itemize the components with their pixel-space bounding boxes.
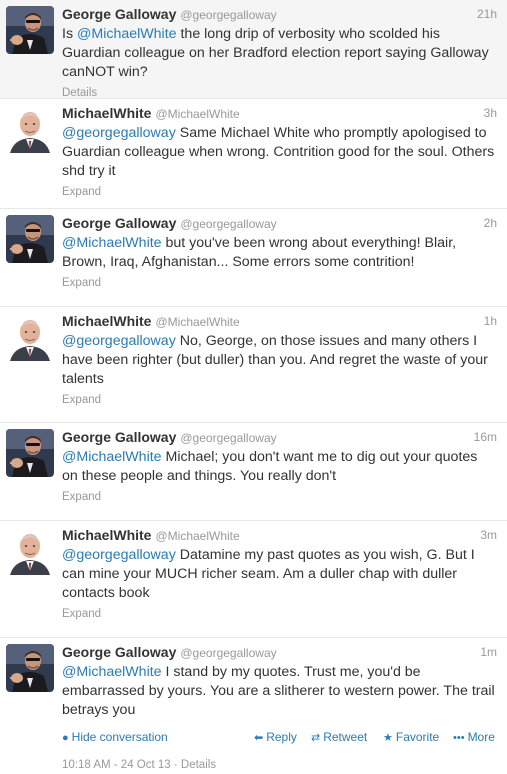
author-username[interactable]: @MichaelWhite: [155, 107, 239, 121]
tweet-content: George Galloway @georgegalloway 16m @Mich…: [62, 427, 497, 503]
author-username[interactable]: @MichaelWhite: [155, 529, 239, 543]
tweet-header: George Galloway @georgegalloway 16m: [62, 427, 497, 447]
tweet-content: George Galloway @georgegalloway 21h Is @M…: [62, 4, 497, 99]
favorite-button[interactable]: ★ Favorite: [383, 730, 439, 744]
author-username[interactable]: @georgegalloway: [180, 431, 276, 445]
mention-link[interactable]: @georgegalloway: [62, 125, 176, 141]
reply-label: Reply: [266, 730, 297, 744]
tweet-content: George Galloway @georgegalloway 2h @Micha…: [62, 213, 497, 289]
tweet-time[interactable]: 1m: [480, 642, 497, 662]
tweet[interactable]: MichaelWhite @MichaelWhite 1h @georgegall…: [0, 307, 507, 423]
avatar-george-galloway[interactable]: [6, 6, 54, 54]
ellipsis-icon: •••: [453, 732, 465, 744]
expand-link[interactable]: Expand: [62, 491, 497, 503]
tweet-expanded[interactable]: George Galloway @georgegalloway 1m @Micha…: [0, 638, 507, 774]
avatar-michael-white[interactable]: [6, 105, 54, 153]
retweet-icon: ⇄: [311, 732, 321, 744]
tweet[interactable]: George Galloway @georgegalloway 16m @Mich…: [0, 423, 507, 521]
tweet[interactable]: MichaelWhite @MichaelWhite 3h @georgegall…: [0, 99, 507, 209]
author-name[interactable]: George Galloway: [62, 215, 176, 231]
tweet-header: George Galloway @georgegalloway 2h: [62, 213, 497, 233]
retweet-label: Retweet: [323, 730, 368, 744]
author-name[interactable]: MichaelWhite: [62, 105, 151, 121]
tweet-time[interactable]: 1h: [484, 311, 497, 331]
mention-link[interactable]: @MichaelWhite: [62, 235, 162, 251]
avatar-george-galloway[interactable]: [6, 429, 54, 477]
tweet-timestamp[interactable]: 10:18 AM - 24 Oct 13: [62, 759, 171, 771]
tweet-content: MichaelWhite @MichaelWhite 3h @georgegall…: [62, 103, 497, 198]
mention-link[interactable]: @MichaelWhite: [62, 449, 162, 465]
tweet-text: @MichaelWhite Michael; you don't want me…: [62, 448, 497, 486]
expand-link[interactable]: Expand: [62, 277, 497, 289]
tweet[interactable]: George Galloway @georgegalloway 21h Is @M…: [0, 0, 507, 99]
mention-link[interactable]: @MichaelWhite: [77, 26, 177, 42]
tweet-header: MichaelWhite @MichaelWhite 3h: [62, 103, 497, 123]
tweet-actions: ● Hide conversation ⬅ Reply ⇄ Retweet ★ Favo…: [62, 730, 501, 746]
star-icon: ★: [383, 732, 393, 744]
tweet-header: MichaelWhite @MichaelWhite 1h: [62, 311, 497, 331]
tweet-text: @georgegalloway No, George, on those iss…: [62, 332, 497, 389]
author-name[interactable]: MichaelWhite: [62, 527, 151, 543]
tweet-time[interactable]: 3h: [484, 103, 497, 123]
avatar-michael-white[interactable]: [6, 313, 54, 361]
author-name[interactable]: George Galloway: [62, 429, 176, 445]
tweet-time[interactable]: 21h: [477, 4, 497, 24]
author-name[interactable]: MichaelWhite: [62, 313, 151, 329]
speech-bubble-icon: ●: [62, 732, 69, 744]
retweet-button[interactable]: ⇄ Retweet: [311, 730, 367, 744]
expand-link[interactable]: Expand: [62, 608, 497, 620]
avatar-michael-white[interactable]: [6, 527, 54, 575]
tweet-content: MichaelWhite @MichaelWhite 1h @georgegall…: [62, 311, 497, 406]
tweet-time[interactable]: 16m: [474, 427, 497, 447]
meta-separator: ·: [170, 759, 181, 771]
avatar-george-galloway[interactable]: [6, 644, 54, 692]
tweet-meta: 10:18 AM - 24 Oct 13 · Details: [62, 759, 216, 771]
author-name[interactable]: George Galloway: [62, 6, 176, 22]
hide-conversation-label: Hide conversation: [71, 730, 168, 744]
tweet[interactable]: George Galloway @georgegalloway 2h @Micha…: [0, 209, 507, 307]
mention-link[interactable]: @MichaelWhite: [62, 664, 162, 680]
tweet-header: MichaelWhite @MichaelWhite 3m: [62, 525, 497, 545]
tweet-text: @MichaelWhite I stand by my quotes. Trus…: [62, 663, 497, 720]
tweet-header: George Galloway @georgegalloway 21h: [62, 4, 497, 24]
favorite-label: Favorite: [395, 730, 440, 744]
tweet-content: George Galloway @georgegalloway 1m @Micha…: [62, 642, 497, 720]
details-link[interactable]: Details: [62, 87, 497, 99]
more-button[interactable]: ••• More: [453, 730, 495, 744]
author-username[interactable]: @georgegalloway: [180, 217, 276, 231]
tweet-text: @georgegalloway Datamine my past quotes …: [62, 546, 497, 603]
tweet[interactable]: MichaelWhite @MichaelWhite 3m @georgegall…: [0, 521, 507, 638]
tweet-text: Is @MichaelWhite the long drip of verbos…: [62, 25, 497, 82]
reply-arrow-icon: ⬅: [254, 732, 264, 744]
tweet-time[interactable]: 2h: [484, 213, 497, 233]
mention-link[interactable]: @georgegalloway: [62, 547, 176, 563]
author-username[interactable]: @MichaelWhite: [155, 315, 239, 329]
conversation-thread: George Galloway @georgegalloway 21h Is @M…: [0, 0, 507, 774]
hide-conversation-button[interactable]: ● Hide conversation: [62, 730, 168, 744]
more-label: More: [467, 730, 495, 744]
expand-link[interactable]: Expand: [62, 394, 497, 406]
tweet-time[interactable]: 3m: [480, 525, 497, 545]
tweet-text: @MichaelWhite but you've been wrong abou…: [62, 234, 497, 272]
tweet-content: MichaelWhite @MichaelWhite 3m @georgegall…: [62, 525, 497, 620]
tweet-text: @georgegalloway Same Michael White who p…: [62, 124, 497, 181]
expand-link[interactable]: Expand: [62, 186, 497, 198]
author-username[interactable]: @georgegalloway: [180, 8, 276, 22]
reply-button[interactable]: ⬅ Reply: [254, 730, 297, 744]
tweet-header: George Galloway @georgegalloway 1m: [62, 642, 497, 662]
details-link[interactable]: Details: [181, 759, 216, 771]
avatar-george-galloway[interactable]: [6, 215, 54, 263]
author-name[interactable]: George Galloway: [62, 644, 176, 660]
mention-link[interactable]: @georgegalloway: [62, 333, 176, 349]
author-username[interactable]: @georgegalloway: [180, 646, 276, 660]
text-segment: Is: [62, 26, 77, 42]
